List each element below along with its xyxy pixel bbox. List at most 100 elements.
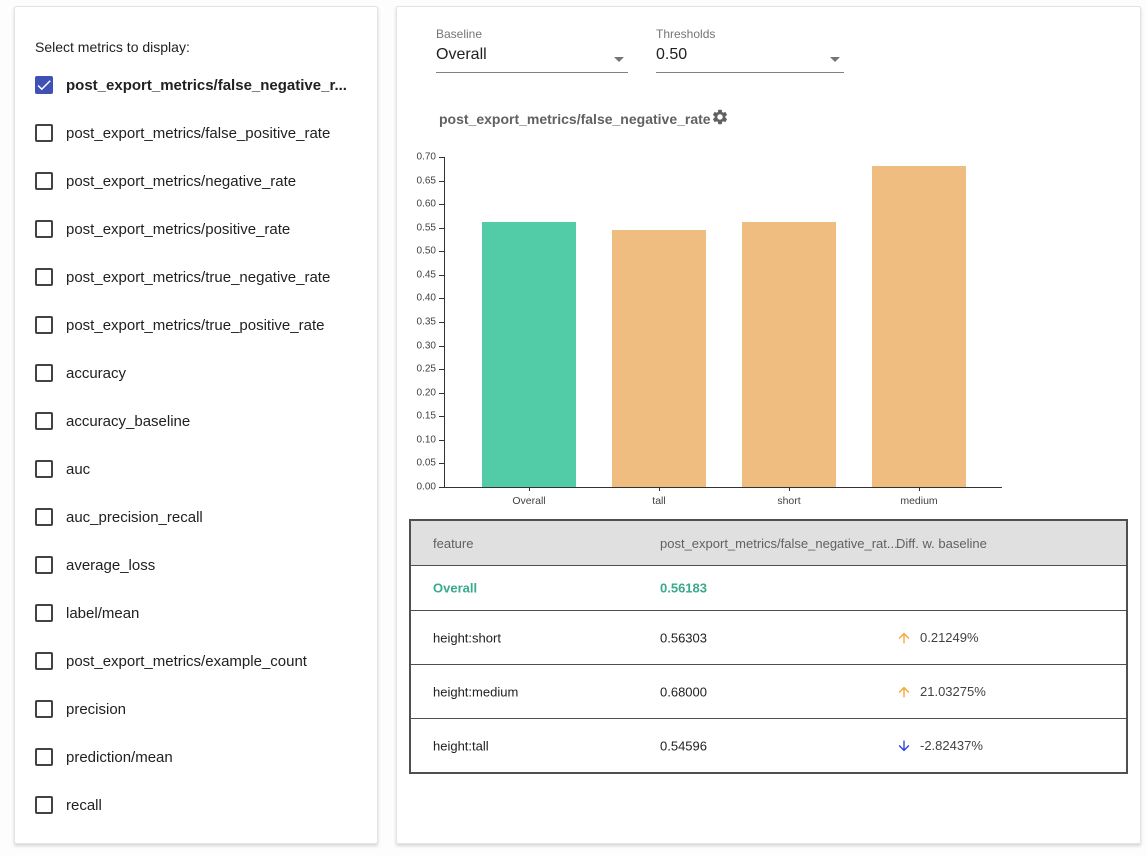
baseline-dropdown-label: Baseline [436,27,628,41]
baseline-dropdown[interactable]: Baseline Overall [436,27,628,73]
metric-item[interactable]: auc_precision_recall [35,505,203,529]
metrics-table: feature post_export_metrics/false_negati… [409,519,1128,774]
metric-label: prediction/mean [66,749,173,766]
cell-feature: Overall [433,581,477,596]
metric-item[interactable]: precision [35,697,126,721]
baseline-dropdown-value: Overall [436,46,628,64]
cell-feature: height:tall [433,738,489,753]
metric-item[interactable]: post_export_metrics/false_positive_rate [35,121,330,145]
y-tick-mark [439,416,444,417]
bar-tall[interactable] [612,230,706,487]
metric-item[interactable]: post_export_metrics/true_negative_rate [35,265,330,289]
y-tick-mark [439,369,444,370]
bar-short[interactable] [742,222,836,487]
metric-item[interactable]: average_loss [35,553,155,577]
diff-percentage: -2.82437% [920,738,983,753]
metric-label: post_export_metrics/true_negative_rate [66,269,330,286]
metric-label: post_export_metrics/example_count [66,653,307,670]
thresholds-dropdown[interactable]: Thresholds 0.50 [656,27,844,73]
metric-item[interactable]: accuracy_baseline [35,409,190,433]
y-tick-label: 0.70 [417,152,436,163]
metric-item[interactable]: accuracy [35,361,126,385]
chevron-down-icon [830,57,840,62]
cell-metric-value: 0.68000 [660,684,707,699]
diff-percentage: 21.03275% [920,684,986,699]
bar-Overall[interactable] [482,222,576,487]
cell-diff: 21.03275% [896,684,986,700]
cell-feature: height:medium [433,684,518,699]
checkbox-unchecked-icon[interactable] [35,268,53,286]
y-tick-label: 0.00 [417,482,436,493]
thresholds-dropdown-value: 0.50 [656,46,844,64]
checkbox-unchecked-icon[interactable] [35,316,53,334]
y-tick-mark [439,157,444,158]
thresholds-dropdown-label: Thresholds [656,27,844,41]
metric-item[interactable]: label/mean [35,601,139,625]
checkbox-unchecked-icon[interactable] [35,220,53,238]
arrow-up-icon [896,630,912,646]
checkbox-unchecked-icon[interactable] [35,556,53,574]
x-tick-mark [529,487,530,491]
checkbox-unchecked-icon[interactable] [35,412,53,430]
checkbox-unchecked-icon[interactable] [35,700,53,718]
metric-label: average_loss [66,557,155,574]
checkbox-unchecked-icon[interactable] [35,172,53,190]
settings-gear-icon[interactable] [711,108,729,126]
bar-medium[interactable] [872,166,966,487]
y-tick-label: 0.05 [417,458,436,469]
y-tick-mark [439,251,444,252]
cell-feature: height:short [433,630,501,645]
metric-label: post_export_metrics/true_positive_rate [66,317,324,334]
y-tick-mark [439,440,444,441]
metric-label: precision [66,701,126,718]
column-header-feature: feature [433,536,473,551]
checkbox-unchecked-icon[interactable] [35,652,53,670]
checkbox-checked-icon[interactable] [35,76,53,94]
x-tick-label: tall [652,495,665,507]
checkbox-unchecked-icon[interactable] [35,460,53,478]
checkbox-unchecked-icon[interactable] [35,748,53,766]
cell-metric-value: 0.54596 [660,738,707,753]
metric-label: accuracy [66,365,126,382]
metric-item[interactable]: post_export_metrics/true_positive_rate [35,313,324,337]
x-tick-label: medium [900,495,937,507]
metric-label: post_export_metrics/false_positive_rate [66,125,330,142]
y-tick-label: 0.40 [417,293,436,304]
metric-item[interactable]: post_export_metrics/false_negative_r... [35,73,347,97]
metric-label: recall [66,797,102,814]
y-tick-label: 0.30 [417,340,436,351]
chart-title: post_export_metrics/false_negative_rate [439,111,711,127]
y-tick-label: 0.60 [417,199,436,210]
cell-metric-value: 0.56183 [660,581,707,596]
metric-item[interactable]: prediction/mean [35,745,173,769]
metric-label: label/mean [66,605,139,622]
y-tick-mark [439,393,444,394]
y-tick-mark [439,346,444,347]
checkbox-unchecked-icon[interactable] [35,364,53,382]
y-tick-mark [439,463,444,464]
x-tick-label: Overall [512,495,545,507]
y-tick-label: 0.55 [417,222,436,233]
table-row: height:medium 0.68000 21.03275% [411,664,1126,718]
y-tick-label: 0.50 [417,246,436,257]
metrics-display-panel: Baseline Overall Thresholds 0.50 post_ex… [396,6,1141,844]
x-tick-mark [789,487,790,491]
table-row: height:tall 0.54596 -2.82437% [411,718,1126,772]
metric-item[interactable]: post_export_metrics/example_count [35,649,307,673]
y-tick-mark [439,298,444,299]
checkbox-unchecked-icon[interactable] [35,124,53,142]
table-row: height:short0.563030.21249% [411,610,1126,664]
metric-item[interactable]: post_export_metrics/positive_rate [35,217,290,241]
table-row: Overall 0.56183 [411,566,1126,610]
checkbox-unchecked-icon[interactable] [35,508,53,526]
y-tick-mark [439,181,444,182]
metric-item[interactable]: auc [35,457,90,481]
checkbox-unchecked-icon[interactable] [35,604,53,622]
y-tick-mark [439,487,444,488]
y-tick-label: 0.20 [417,387,436,398]
y-tick-mark [439,228,444,229]
metrics-table-body: Overall 0.56183 height:short0.563030.21249… [411,566,1126,772]
metric-item[interactable]: post_export_metrics/negative_rate [35,169,296,193]
checkbox-unchecked-icon[interactable] [35,796,53,814]
metric-item[interactable]: recall [35,793,102,817]
